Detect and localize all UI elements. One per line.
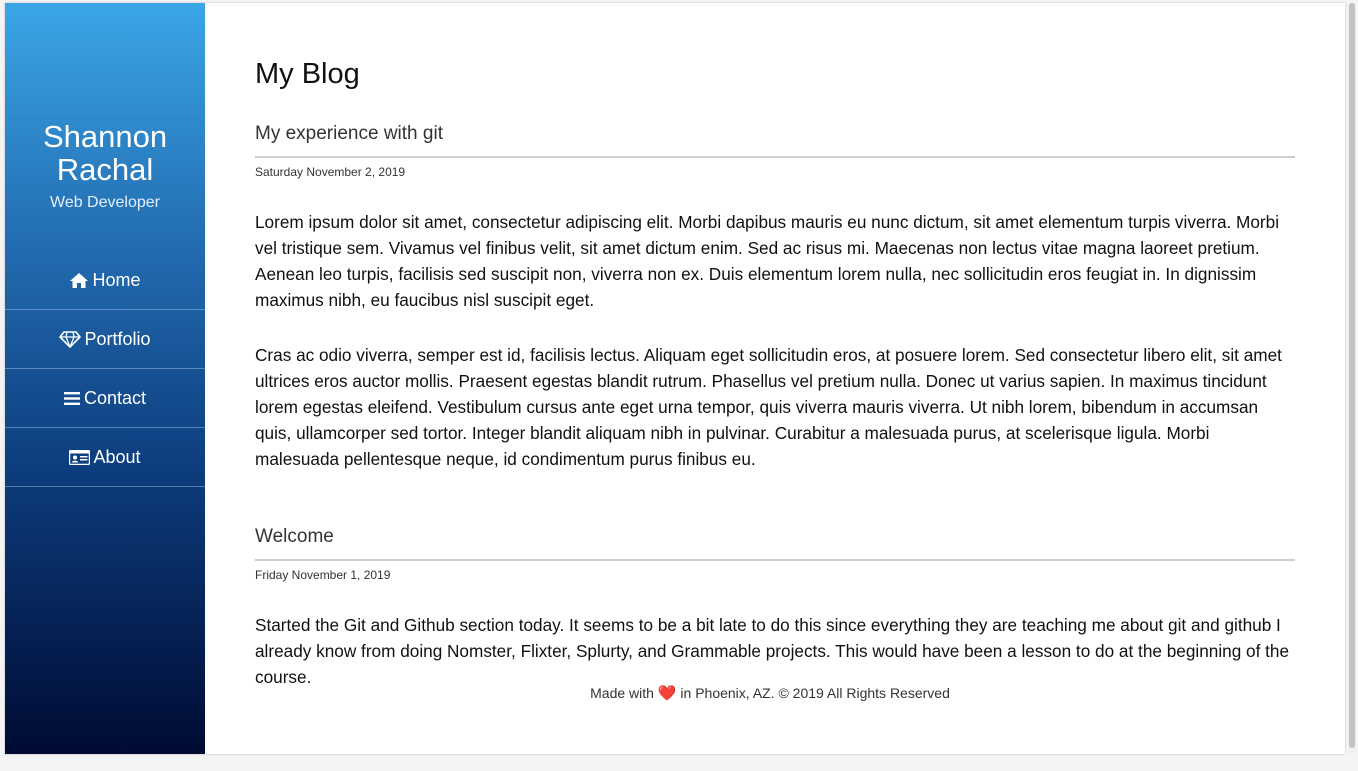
- page-viewport: Shannon Rachal Web Developer Home Portfo…: [5, 3, 1345, 754]
- sidebar-item-portfolio[interactable]: Portfolio: [5, 310, 205, 369]
- brand-role: Web Developer: [50, 194, 160, 211]
- home-icon: [69, 272, 92, 289]
- scrollbar-thumb[interactable]: [1349, 3, 1355, 748]
- post-title[interactable]: My experience with git: [255, 123, 443, 145]
- diamond-icon: [59, 330, 84, 348]
- heart-icon: ❤️: [657, 685, 677, 702]
- sidebar-nav: Home Portfolio Contact About: [5, 251, 205, 487]
- page-title: My Blog: [255, 58, 360, 90]
- footer: Made with ❤️ in Phoenix, AZ. © 2019 All …: [250, 684, 1290, 702]
- post-paragraph: Cras ac odio viverra, semper est id, fac…: [255, 345, 1282, 469]
- vertical-scrollbar[interactable]: [1348, 3, 1356, 753]
- brand-name[interactable]: Shannon Rachal: [5, 120, 205, 186]
- sidebar-item-label: Home: [92, 269, 141, 290]
- post-paragraph: Started the Git and Github section today…: [255, 615, 1290, 687]
- id-card-icon: [69, 449, 93, 465]
- sidebar: Shannon Rachal Web Developer Home Portfo…: [5, 3, 205, 754]
- post-title[interactable]: Welcome: [255, 526, 334, 548]
- post-divider: [255, 559, 1295, 561]
- sidebar-item-label: Portfolio: [84, 328, 151, 349]
- sidebar-item-contact[interactable]: Contact: [5, 369, 205, 428]
- sidebar-item-about[interactable]: About: [5, 428, 205, 487]
- post-divider: [255, 156, 1295, 158]
- sidebar-item-home[interactable]: Home: [5, 251, 205, 310]
- sidebar-item-label: About: [93, 446, 141, 467]
- browser-frame: Shannon Rachal Web Developer Home Portfo…: [0, 0, 1358, 771]
- footer-text-before: Made with: [590, 685, 654, 701]
- post-date: Friday November 1, 2019: [255, 568, 391, 582]
- post-date: Saturday November 2, 2019: [255, 165, 406, 179]
- sidebar-item-label: Contact: [83, 387, 147, 408]
- post-paragraph: Lorem ipsum dolor sit amet, consectetur …: [255, 212, 1280, 310]
- footer-text-after: in Phoenix, AZ. © 2019 All Rights Reserv…: [680, 685, 950, 701]
- bars-icon: [63, 391, 84, 406]
